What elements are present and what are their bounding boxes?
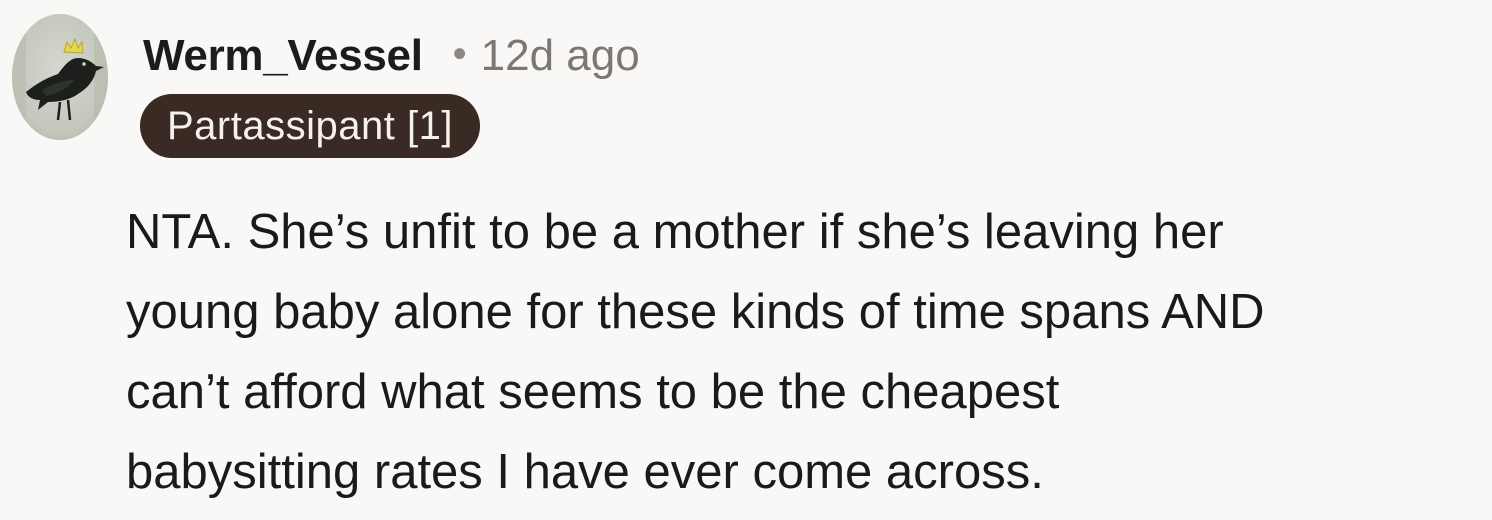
- comment-body-line: babysitting rates I have ever come acros…: [126, 445, 1044, 499]
- comment-body-line: NTA. She’s unfit to be a mother if she’s…: [126, 205, 1224, 259]
- comment: Werm_Vessel • 12d ago Partassipant [1] N…: [0, 0, 1492, 520]
- author-username[interactable]: Werm_Vessel: [143, 31, 423, 81]
- comment-meta: Werm_Vessel • 12d ago: [143, 26, 640, 86]
- comment-body-line: can’t afford what seems to be the cheape…: [126, 365, 1060, 419]
- comment-body: NTA. She’s unfit to be a mother if she’s…: [126, 192, 1486, 512]
- user-flair-badge: Partassipant [1]: [140, 94, 480, 158]
- comment-timestamp[interactable]: 12d ago: [481, 31, 640, 81]
- meta-separator: •: [452, 31, 467, 76]
- comment-body-line: young baby alone for these kinds of time…: [126, 285, 1265, 339]
- avatar[interactable]: [12, 14, 108, 140]
- crowned-bird-avatar-icon: [12, 14, 108, 140]
